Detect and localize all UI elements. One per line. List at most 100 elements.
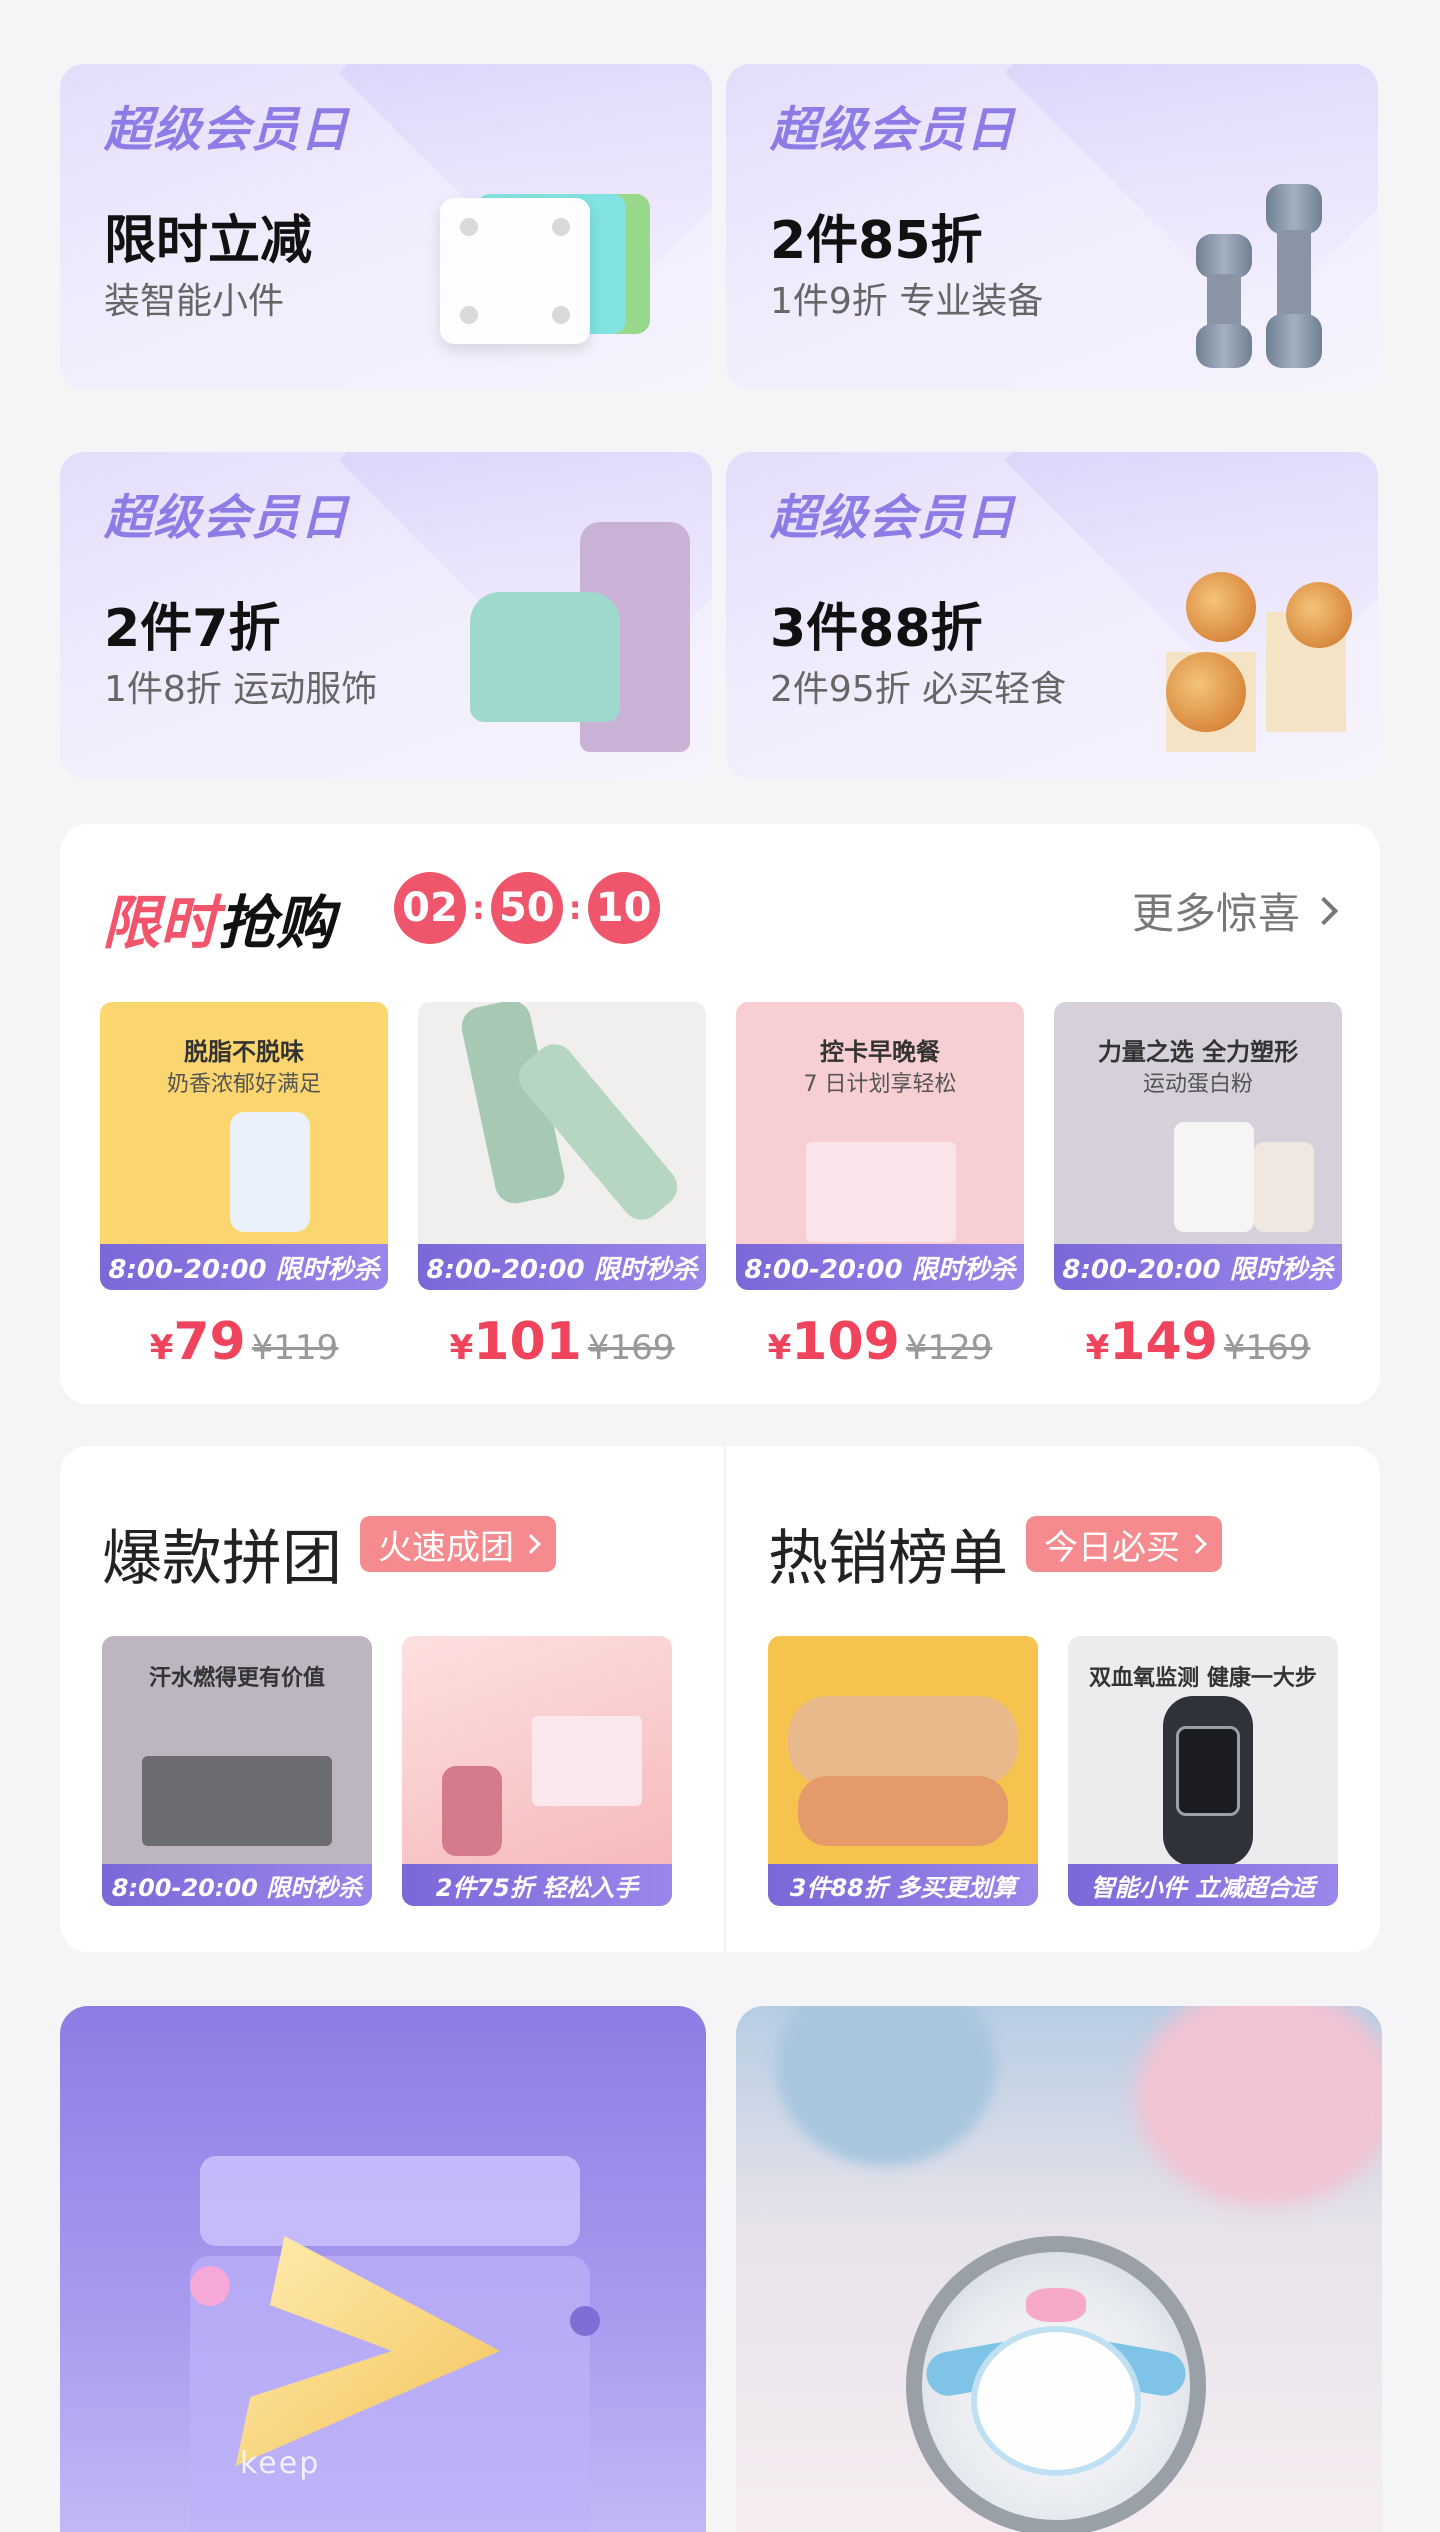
product-caption-sub: 7 日计划享轻松: [803, 1072, 957, 1097]
group-buy-hot-list-section: 爆款拼团 火速成团 汗水燃得更有价值 8:00-20:00 限时秒杀 2件75折…: [60, 1446, 1380, 1952]
chevron-right-icon: [1187, 1534, 1207, 1554]
product-image: 控卡早晚餐 7 日计划享轻松 8:00-20:00 限时秒杀: [736, 1002, 1024, 1290]
original-price: ¥129: [905, 1328, 993, 1368]
snacks-image: [1146, 552, 1366, 762]
price: ¥109 ¥129: [736, 1312, 1024, 1372]
promo-subtitle: 1件9折 专业装备: [770, 281, 1044, 322]
flash-item-milk[interactable]: 脱脂不脱味 奶香浓郁好满足 8:00-20:00 限时秒杀 ¥79 ¥119: [100, 1002, 388, 1372]
promo-title: 3件88折: [770, 599, 983, 659]
timer-separator: :: [472, 889, 485, 927]
timer-minutes: 50: [490, 872, 563, 944]
decor-orb: [190, 2266, 230, 2306]
group-buy-item-drink[interactable]: 汗水燃得更有价值 8:00-20:00 限时秒杀: [102, 1636, 372, 1906]
promo-subtitle: 2件95折 必买轻食: [770, 669, 1067, 710]
promo-card-smart-devices[interactable]: 超级会员日 限时立减 装智能小件: [60, 64, 712, 390]
hot-list-panel: 热销榜单 今日必买 3件88折 多买更划算 双血氧监测 健康一大步 智能小件 立…: [726, 1446, 1386, 1952]
hot-list-title: 热销榜单: [768, 1524, 1008, 1594]
hot-list-items: 3件88折 多买更划算 双血氧监测 健康一大步 智能小件 立减超合适: [768, 1636, 1338, 1906]
promo-card-pro-gear[interactable]: 超级会员日 2件85折 1件9折 专业装备: [726, 64, 1378, 390]
timer-separator: :: [568, 889, 582, 927]
chevron-right-icon: [1309, 896, 1339, 925]
dumbbells-image: [1196, 184, 1366, 368]
decor-orb: [776, 2006, 996, 2166]
decor-orb: [1136, 2006, 1382, 2206]
promo-tag: 超级会员日: [770, 490, 1016, 546]
pill-label: 火速成团: [378, 1527, 514, 1568]
price: ¥79 ¥119: [100, 1312, 388, 1372]
promo-subtitle: 1件8折 运动服饰: [104, 669, 378, 710]
promo-ribbon: 8:00-20:00 限时秒杀: [102, 1864, 372, 1906]
timer-seconds: 10: [587, 872, 660, 944]
sale-price: 109: [791, 1312, 900, 1372]
timer-hours: 02: [394, 872, 466, 944]
product-image: 8:00-20:00 限时秒杀: [418, 1002, 706, 1290]
sale-price: 79: [173, 1312, 246, 1372]
flash-item-protein[interactable]: 力量之选 全力塑形 运动蛋白粉 8:00-20:00 限时秒杀 ¥149 ¥169: [1054, 1002, 1342, 1372]
currency-symbol: ¥: [149, 1328, 174, 1368]
promo-ribbon: 2件75折 轻松入手: [402, 1864, 672, 1906]
product-image: 脱脂不脱味 奶香浓郁好满足 8:00-20:00 限时秒杀: [100, 1002, 388, 1290]
promo-ribbon: 3件88折 多买更划算: [768, 1864, 1038, 1906]
hot-item-smart-band[interactable]: 双血氧监测 健康一大步 智能小件 立减超合适: [1068, 1636, 1338, 1906]
countdown-timer: 02 : 50 : 10: [394, 872, 660, 944]
sale-time-ribbon: 8:00-20:00 限时秒杀: [736, 1244, 1024, 1290]
product-caption: 脱脂不脱味: [184, 1038, 304, 1066]
promo-tag: 超级会员日: [104, 102, 350, 158]
promo-tag: 超级会员日: [104, 490, 350, 546]
keep-logo-text: keep: [240, 2446, 321, 2481]
product-caption: 双血氧监测 健康一大步: [1089, 1666, 1317, 1691]
more-surprises-label: 更多惊喜: [1131, 889, 1300, 938]
price: ¥101 ¥169: [418, 1312, 706, 1372]
group-buy-items: 汗水燃得更有价值 8:00-20:00 限时秒杀 2件75折 轻松入手: [102, 1636, 672, 1906]
product-caption: 汗水燃得更有价值: [148, 1666, 325, 1691]
currency-symbol: ¥: [767, 1328, 792, 1368]
group-buy-title: 爆款拼团: [102, 1524, 342, 1594]
promo-subtitle: 装智能小件: [104, 281, 285, 322]
bow-decoration: [1026, 2288, 1086, 2322]
product-image: 力量之选 全力塑形 运动蛋白粉 8:00-20:00 限时秒杀: [1054, 1002, 1342, 1290]
original-price: ¥119: [251, 1328, 339, 1368]
promo-card-sportswear[interactable]: 超级会员日 2件7折 1件8折 运动服饰: [60, 452, 712, 778]
cinnamoroll-banner[interactable]: [736, 2006, 1382, 2532]
group-buy-panel: 爆款拼团 火速成团 汗水燃得更有价值 8:00-20:00 限时秒杀 2件75折…: [60, 1446, 720, 1952]
promo-title: 2件85折: [770, 211, 983, 271]
group-buy-pill-button[interactable]: 火速成团: [360, 1516, 556, 1572]
member-day-promos: 超级会员日 限时立减 装智能小件 超级会员日 2件85折 1件9折 专业装备 超…: [60, 64, 1378, 778]
price: ¥149 ¥169: [1054, 1312, 1342, 1372]
promo-card-snacks[interactable]: 超级会员日 3件88折 2件95折 必买轻食: [726, 452, 1378, 778]
sale-time-ribbon: 8:00-20:00 限时秒杀: [418, 1244, 706, 1290]
flash-sale-title-rest: 抢购: [218, 889, 335, 957]
pill-label: 今日必买: [1044, 1527, 1180, 1568]
cinnamoroll-figure: [971, 2326, 1141, 2476]
flash-sale-items: 脱脂不脱味 奶香浓郁好满足 8:00-20:00 限时秒杀 ¥79 ¥119 8:…: [100, 1002, 1342, 1372]
hot-item-chicken[interactable]: 3件88折 多买更划算: [768, 1636, 1038, 1906]
promo-ribbon: 智能小件 立减超合适: [1068, 1864, 1338, 1906]
product-caption: 力量之选 全力塑形: [1097, 1038, 1299, 1066]
product-caption: 控卡早晚餐: [820, 1038, 940, 1066]
product-caption-sub: 运动蛋白粉: [1142, 1072, 1253, 1097]
flash-sale-title: 限时抢购: [102, 876, 334, 960]
chevron-right-icon: [521, 1534, 541, 1554]
more-surprises-link[interactable]: 更多惊喜: [1131, 880, 1339, 941]
original-price: ¥169: [587, 1328, 675, 1368]
keep-gift-banner[interactable]: keep: [60, 2006, 706, 2532]
currency-symbol: ¥: [449, 1328, 474, 1368]
flash-item-meal-plan[interactable]: 控卡早晚餐 7 日计划享轻松 8:00-20:00 限时秒杀 ¥109 ¥129: [736, 1002, 1024, 1372]
sale-price: 101: [473, 1312, 582, 1372]
decor-orb: [570, 2306, 600, 2336]
smart-scale-image: [440, 194, 650, 344]
flash-sale-title-highlight: 限时: [102, 889, 219, 957]
sale-time-ribbon: 8:00-20:00 限时秒杀: [100, 1244, 388, 1290]
group-buy-item-meal[interactable]: 2件75折 轻松入手: [402, 1636, 672, 1906]
product-caption-sub: 奶香浓郁好满足: [166, 1072, 321, 1097]
hot-list-pill-button[interactable]: 今日必买: [1026, 1516, 1222, 1572]
sportswear-image: [470, 512, 690, 762]
gift-box-lid: [200, 2156, 580, 2246]
promo-title: 限时立减: [104, 211, 313, 271]
promo-tag: 超级会员日: [770, 102, 1016, 158]
flash-item-leggings[interactable]: 8:00-20:00 限时秒杀 ¥101 ¥169: [418, 1002, 706, 1372]
sale-time-ribbon: 8:00-20:00 限时秒杀: [1054, 1244, 1342, 1290]
promo-title: 2件7折: [104, 599, 281, 659]
sale-price: 149: [1109, 1312, 1218, 1372]
flash-sale-section: 限时抢购 02 : 50 : 10 更多惊喜 脱脂不脱味 奶香浓郁好满足 8:0…: [60, 824, 1380, 1404]
